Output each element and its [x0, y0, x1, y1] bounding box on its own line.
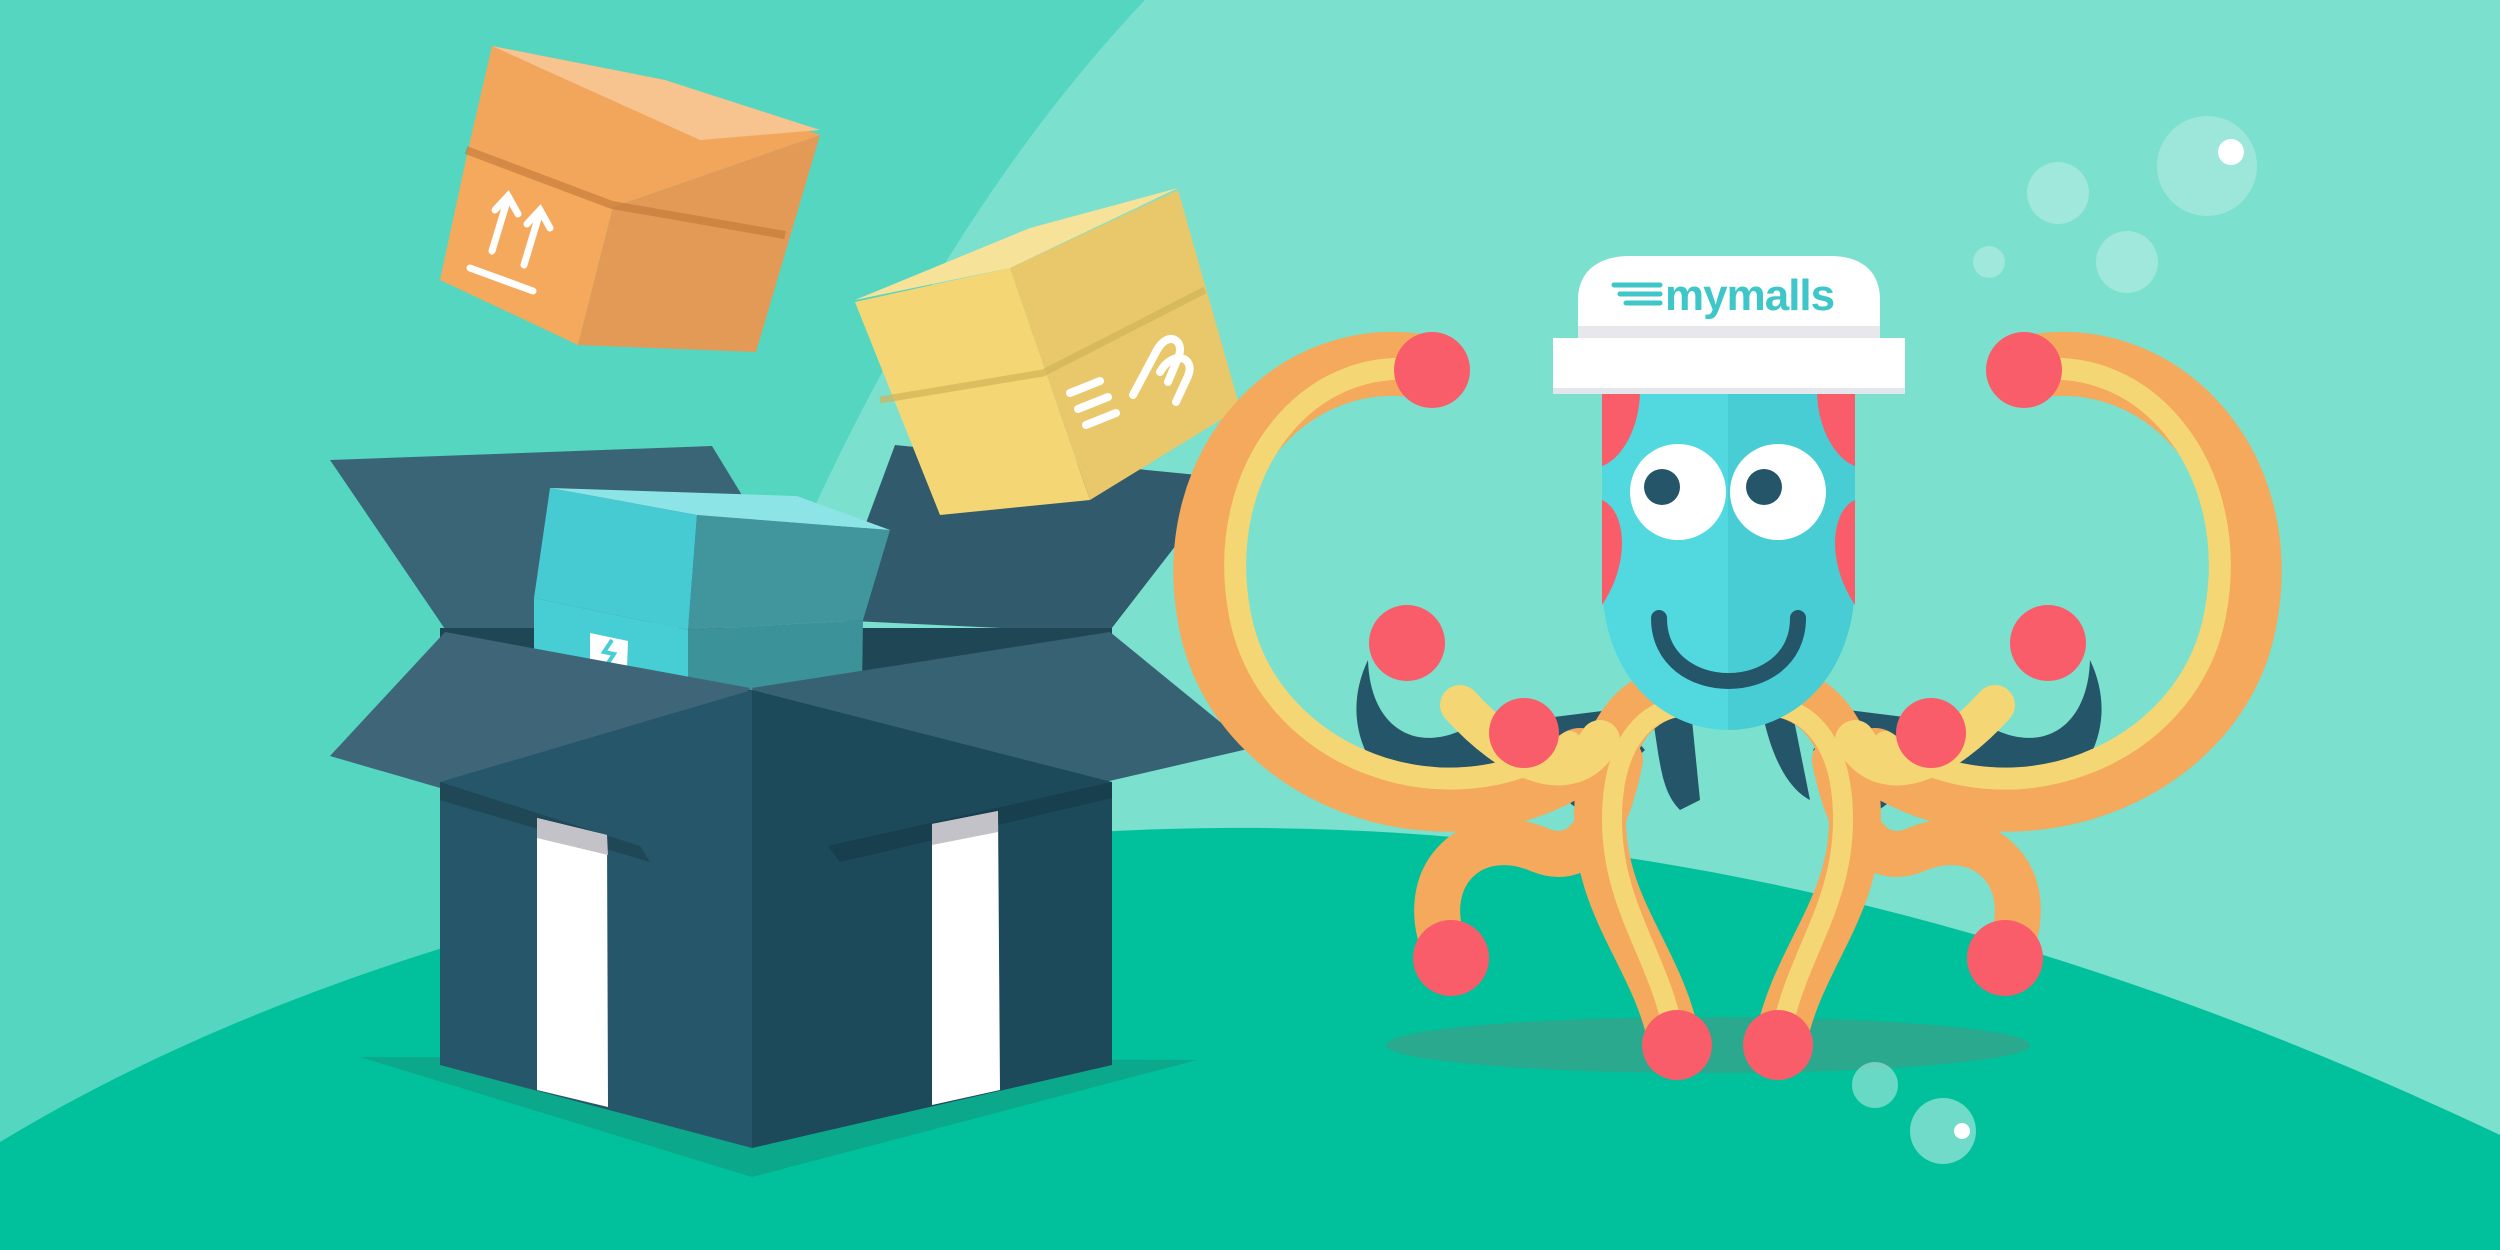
suction-cup — [1642, 1010, 1712, 1080]
suction-cup — [1896, 698, 1966, 768]
suction-cup — [1986, 332, 2062, 408]
suction-cup — [1394, 332, 1470, 408]
octopus-head — [1602, 390, 1855, 730]
bubble-highlight — [2218, 139, 2244, 165]
suction-cup — [1743, 1010, 1813, 1080]
suction-cup — [2010, 605, 2086, 681]
left-pupil — [1644, 469, 1680, 505]
octopus-delivery-illustration: mymalls — [0, 0, 2500, 1250]
suction-cup — [1369, 605, 1445, 681]
hat-band-shadow — [1578, 326, 1880, 338]
suction-cup — [1489, 698, 1559, 768]
tape-stripe-right — [932, 811, 1000, 1105]
right-pupil — [1746, 469, 1782, 505]
hat-brim — [1553, 338, 1905, 394]
hat-brim-shadow — [1553, 388, 1905, 394]
bubble — [2096, 231, 2158, 293]
suction-cup — [1413, 920, 1489, 996]
sailor-hat: mymalls — [1553, 256, 1905, 394]
teal-box-upper-side — [688, 515, 890, 630]
hat-brand-text: mymalls — [1665, 271, 1834, 320]
tape-stripe-left — [537, 818, 608, 1107]
bubble — [2157, 116, 2257, 216]
bubble — [1852, 1062, 1898, 1108]
bubble — [1973, 246, 2005, 278]
illustration-stage: mymalls — [0, 0, 2500, 1250]
bubble — [2027, 162, 2089, 224]
bubble-highlight — [1954, 1123, 1970, 1139]
suction-cup — [1967, 920, 2043, 996]
